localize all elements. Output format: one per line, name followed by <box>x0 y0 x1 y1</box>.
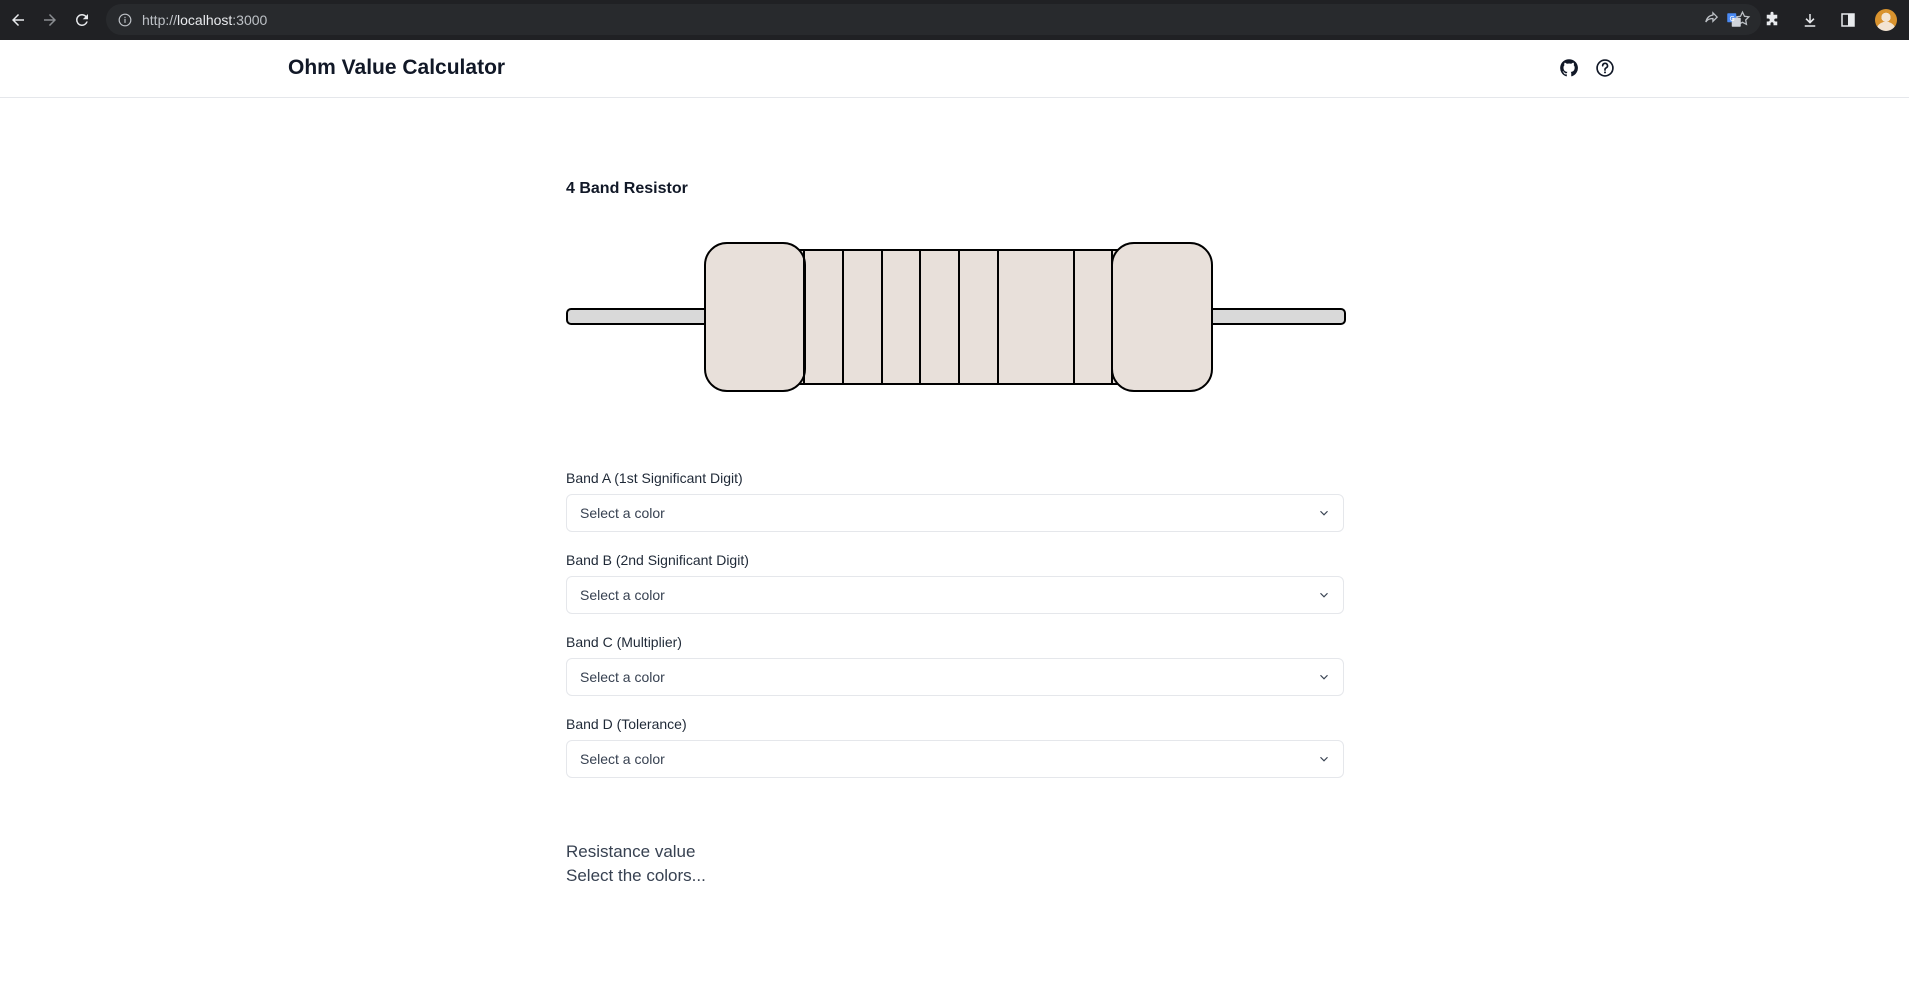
band-b-label: Band B (2nd Significant Digit) <box>566 552 749 568</box>
right-lead <box>1201 308 1346 325</box>
band-d-value: Select a color <box>580 751 665 767</box>
chevron-down-icon <box>1320 756 1328 762</box>
band-c-select[interactable]: Select a color <box>566 658 1344 696</box>
left-cap <box>704 242 806 392</box>
github-icon[interactable] <box>1558 57 1580 79</box>
app-title: Ohm Value Calculator <box>288 56 506 79</box>
resistor-section-title: 4 Band Resistor <box>566 180 688 197</box>
address-bar[interactable]: http://localhost:3000 <box>106 4 1761 35</box>
chevron-down-icon <box>1320 592 1328 598</box>
band-d-label: Band D (Tolerance) <box>566 716 687 732</box>
forward-arrow-icon[interactable] <box>34 4 66 36</box>
back-arrow-icon[interactable] <box>2 4 34 36</box>
band-b-value: Select a color <box>580 587 665 603</box>
site-info-icon[interactable] <box>116 11 134 29</box>
right-cap <box>1111 242 1213 392</box>
profile-avatar[interactable] <box>1870 4 1902 36</box>
chevron-down-icon <box>1320 510 1328 516</box>
band-a-label: Band A (1st Significant Digit) <box>566 470 743 486</box>
translate-icon[interactable]: G <box>1718 4 1750 36</box>
app-header: Ohm Value Calculator <box>0 40 1909 98</box>
extensions-area: G <box>1718 4 1909 36</box>
download-icon[interactable] <box>1794 4 1826 36</box>
band-c-value: Select a color <box>580 669 665 685</box>
browser-toolbar: http://localhost:3000 G <box>0 0 1909 40</box>
band-d-select[interactable]: Select a color <box>566 740 1344 778</box>
left-lead <box>566 308 712 325</box>
band-c-label: Band C (Multiplier) <box>566 634 682 650</box>
band-b-select[interactable]: Select a color <box>566 576 1344 614</box>
chevron-down-icon <box>1320 674 1328 680</box>
resistor-diagram <box>566 242 1346 392</box>
help-circle-icon[interactable] <box>1594 57 1616 79</box>
resistance-value: Select the colors... <box>566 866 706 885</box>
reload-icon[interactable] <box>66 4 98 36</box>
svg-text:G: G <box>1730 15 1735 23</box>
url-text: http://localhost:3000 <box>142 11 268 28</box>
band-a-select[interactable]: Select a color <box>566 494 1344 532</box>
band-a-value: Select a color <box>580 505 665 521</box>
extensions-puzzle-icon[interactable] <box>1756 4 1788 36</box>
resistance-label: Resistance value <box>566 842 696 861</box>
side-panel-icon[interactable] <box>1832 4 1864 36</box>
avatar <box>1875 9 1897 31</box>
